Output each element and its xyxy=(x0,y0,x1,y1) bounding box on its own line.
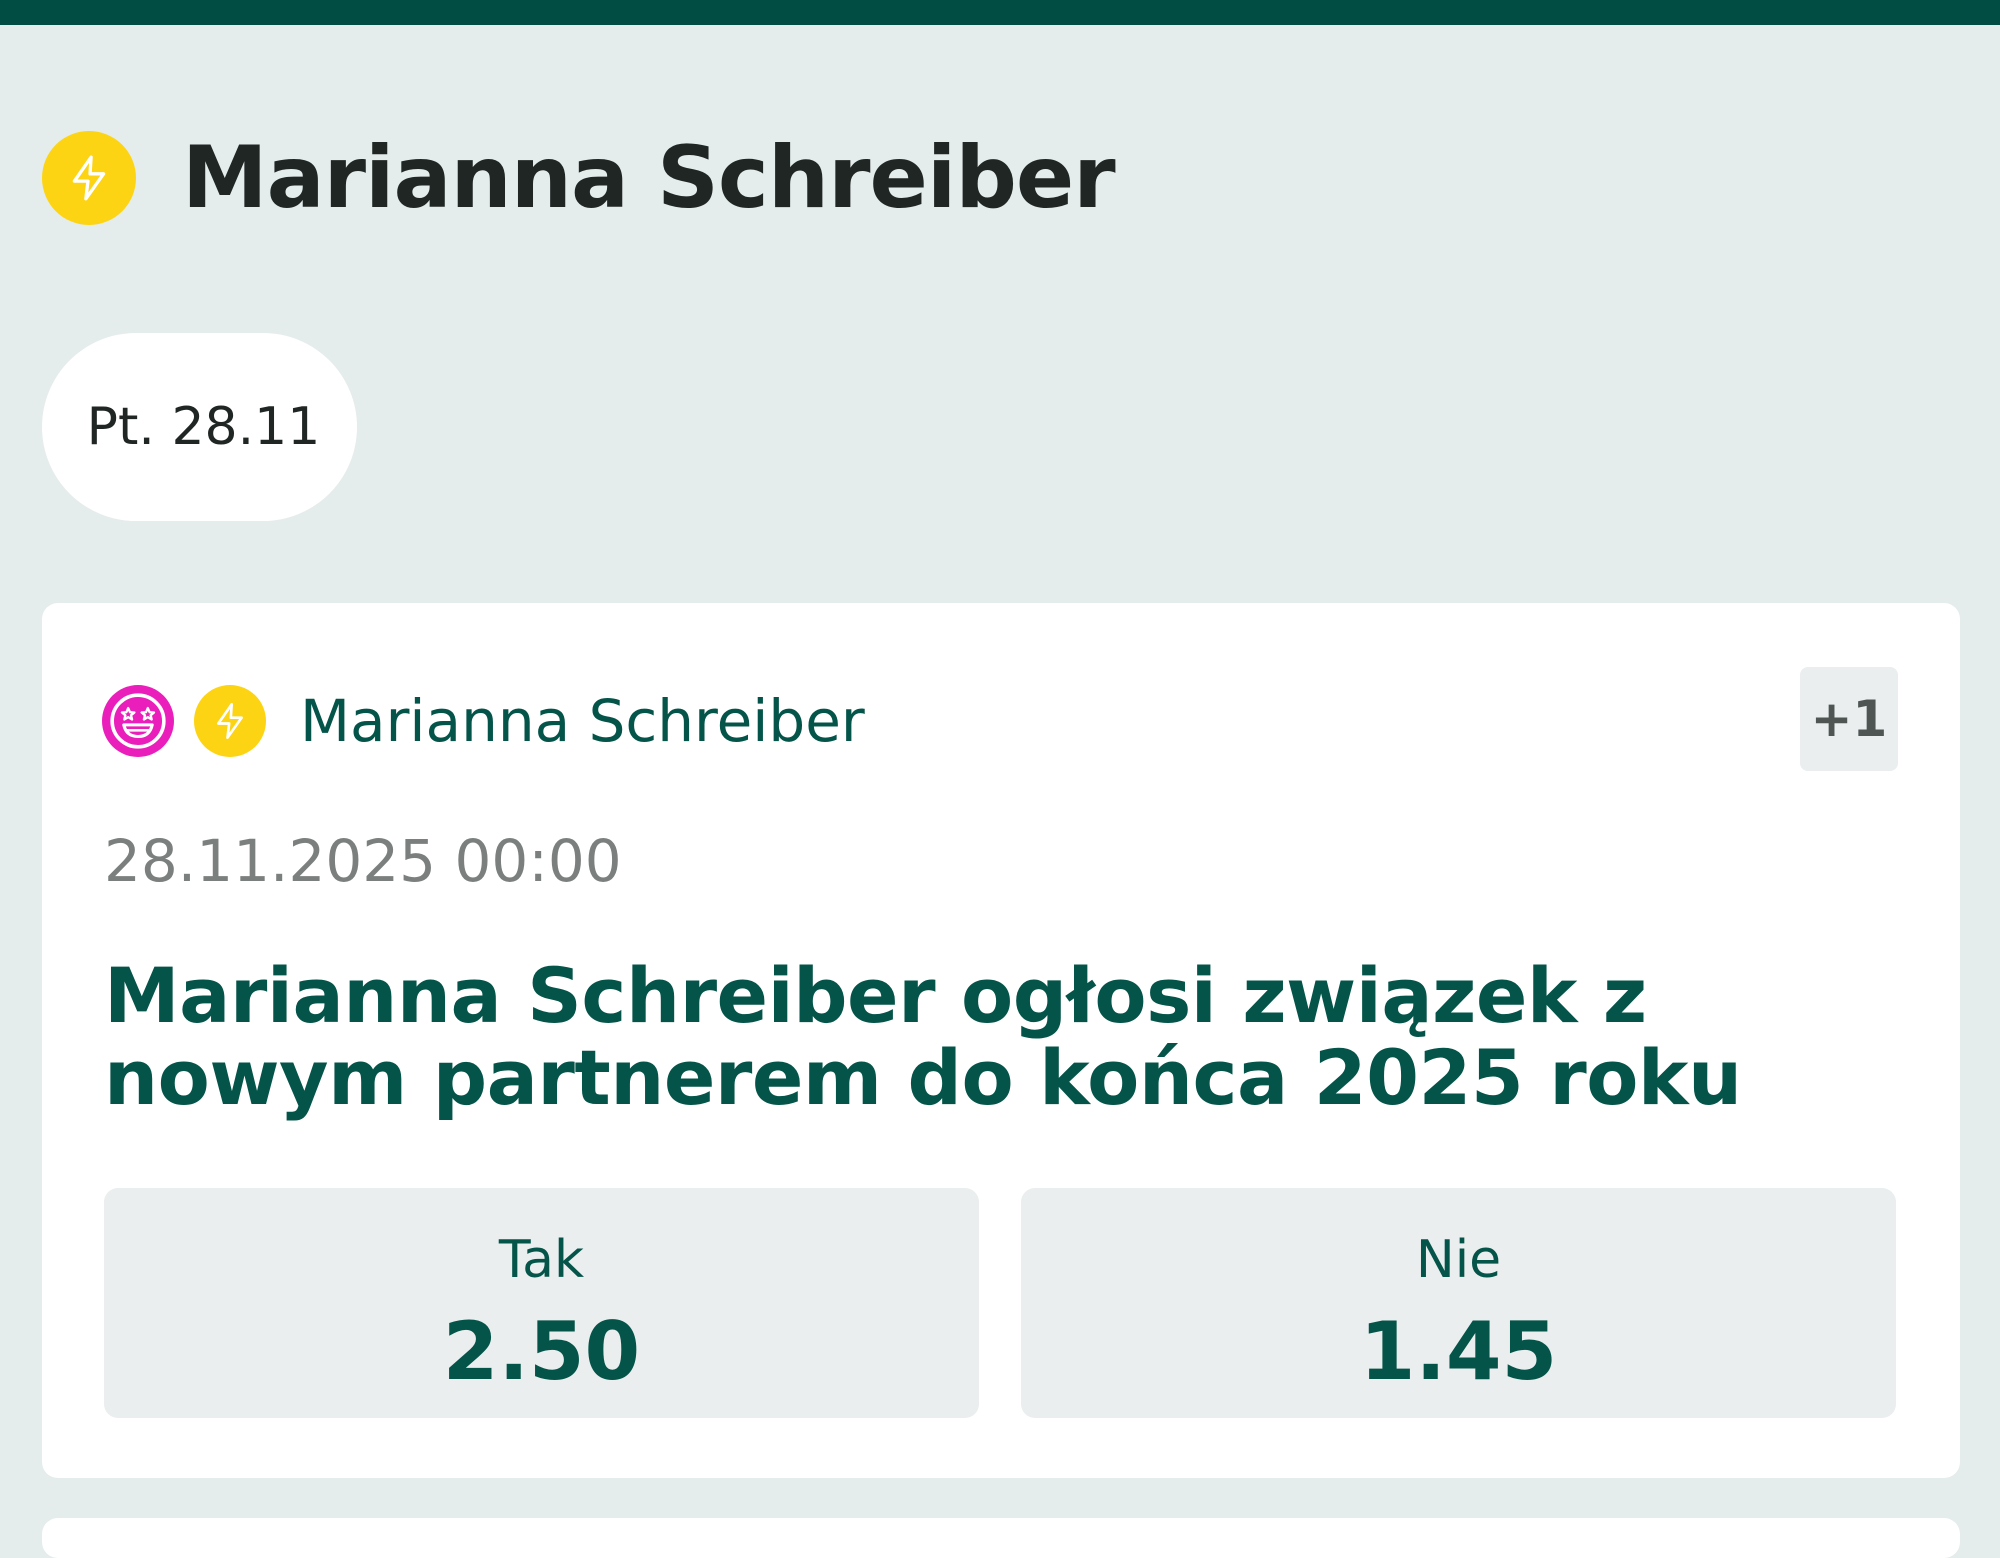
lightning-bolt-icon xyxy=(42,131,136,225)
event-title[interactable]: Marianna Schreiber ogłosi związek z nowy… xyxy=(104,955,1864,1119)
page-header: Marianna Schreiber xyxy=(42,128,1116,228)
top-app-bar xyxy=(0,0,2000,25)
date-filter-chip[interactable]: Pt. 28.11 xyxy=(42,333,357,521)
star-struck-face-icon xyxy=(102,685,174,757)
more-categories-badge[interactable]: +1 xyxy=(1800,667,1898,771)
lightning-bolt-icon xyxy=(194,685,266,757)
page-title: Marianna Schreiber xyxy=(182,128,1116,228)
odds-button-no[interactable]: Nie 1.45 xyxy=(1021,1188,1896,1418)
event-card[interactable]: Marianna Schreiber +1 28.11.2025 00:00 M… xyxy=(42,603,1960,1478)
category-name: Marianna Schreiber xyxy=(300,687,865,755)
odds-label: Nie xyxy=(1415,1230,1502,1290)
odds-value: 1.45 xyxy=(1359,1305,1558,1398)
event-category: Marianna Schreiber xyxy=(102,683,865,759)
next-event-card[interactable] xyxy=(42,1518,1960,1558)
odds-button-yes[interactable]: Tak 2.50 xyxy=(104,1188,979,1418)
odds-value: 2.50 xyxy=(442,1305,641,1398)
event-datetime: 28.11.2025 00:00 xyxy=(104,827,622,895)
odds-label: Tak xyxy=(498,1230,585,1290)
